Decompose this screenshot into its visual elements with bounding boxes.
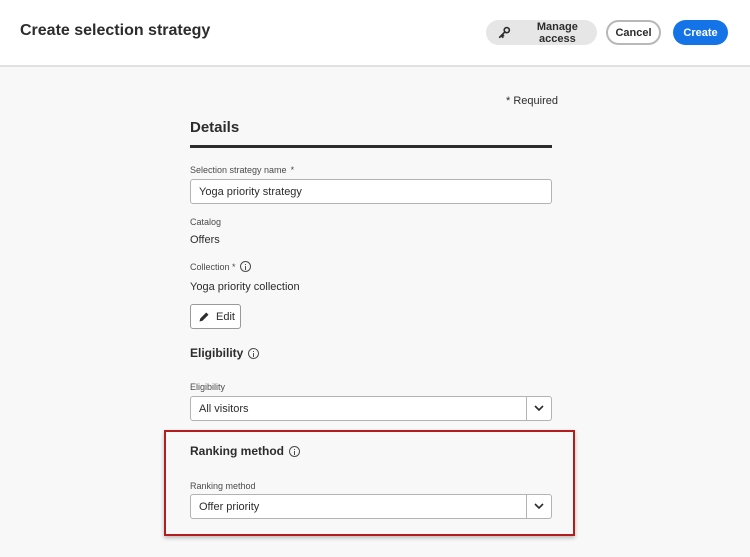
eligibility-select[interactable]: All visitors: [190, 396, 552, 421]
create-button[interactable]: Create: [673, 20, 728, 45]
ranking-dropdown-toggle[interactable]: [526, 495, 551, 518]
eligibility-info-icon[interactable]: [248, 347, 260, 359]
required-note: * Required: [506, 95, 558, 107]
chevron-down-icon: [534, 503, 544, 510]
collection-label: Collection *: [190, 261, 251, 272]
strategy-name-label: Selection strategy name *: [190, 165, 295, 175]
required-marker: *: [290, 165, 295, 175]
ranking-heading: Ranking method: [190, 444, 301, 458]
eligibility-dropdown-toggle[interactable]: [526, 397, 551, 420]
catalog-label: Catalog: [190, 217, 222, 227]
details-title: Details: [190, 119, 240, 136]
collection-info-icon[interactable]: [239, 261, 251, 272]
eligibility-heading: Eligibility: [190, 346, 260, 360]
collection-value: Yoga priority collection: [190, 281, 300, 293]
manage-access-button[interactable]: Manage access: [486, 20, 597, 45]
ranking-selected-value: Offer priority: [199, 500, 260, 513]
page-title: Create selection strategy: [20, 22, 211, 39]
chevron-down-icon: [534, 405, 544, 412]
ranking-select[interactable]: Offer priority: [190, 494, 552, 519]
eligibility-label: Eligibility: [190, 382, 226, 392]
pencil-icon: [199, 312, 209, 321]
details-divider: [190, 145, 552, 148]
strategy-name-input[interactable]: [190, 179, 552, 204]
cancel-button[interactable]: Cancel: [606, 20, 661, 45]
edit-collection-button[interactable]: Edit: [190, 304, 241, 329]
ranking-info-icon[interactable]: [289, 445, 301, 457]
eligibility-selected-value: All visitors: [199, 402, 249, 415]
manage-access-label: Manage access: [536, 20, 578, 45]
key-icon: [498, 26, 511, 39]
app-header: Create selection strategy Manage access …: [0, 0, 750, 67]
edit-label: Edit: [216, 310, 235, 323]
ranking-label: Ranking method: [190, 481, 256, 491]
catalog-value: Offers: [190, 234, 220, 246]
